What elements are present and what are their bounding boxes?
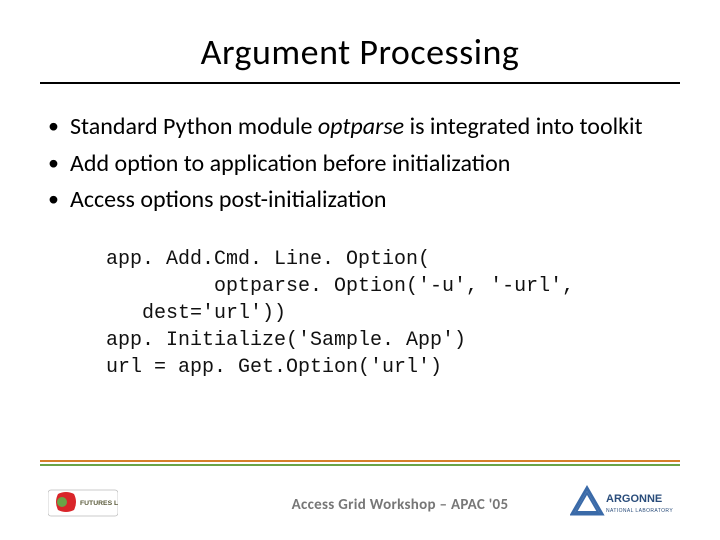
footer-rule-green (40, 464, 680, 466)
bullet-item: Standard Python module optparse is integ… (48, 112, 680, 143)
bullet-text-pre: Standard Python module (70, 112, 318, 141)
bullet-text-em: optparse (318, 112, 404, 141)
title-underline (40, 82, 680, 84)
slide: Argument Processing Standard Python modu… (0, 0, 720, 540)
svg-text:FUTURES LAB: FUTURES LAB (80, 500, 118, 507)
bullet-text-pre: Add option to application before initial… (70, 149, 510, 178)
bullet-list: Standard Python module optparse is integ… (48, 112, 680, 216)
bullet-text-pre: Access options post-initialization (70, 185, 386, 214)
bullet-item: Add option to application before initial… (48, 149, 680, 180)
argonne-logo: ARGONNE NATIONAL LABORATORY (570, 484, 680, 522)
bullet-item: Access options post-initialization (48, 185, 680, 216)
footer-divider (40, 460, 680, 466)
bullet-text-post: is integrated into toolkit (404, 112, 642, 141)
footer-rule-orange (40, 460, 680, 462)
code-sample: app. Add.Cmd. Line. Option( optparse. Op… (106, 246, 680, 381)
futures-lab-logo: FUTURES LAB (48, 484, 118, 522)
slide-title: Argument Processing (40, 30, 680, 74)
argonne-text-bottom: NATIONAL LABORATORY (606, 508, 673, 514)
argonne-text-top: ARGONNE (606, 493, 662, 505)
